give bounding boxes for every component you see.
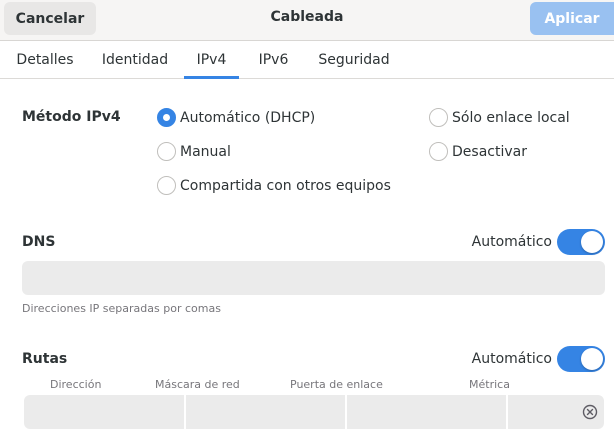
radio-unchecked-icon	[429, 108, 448, 127]
route-address-input[interactable]	[24, 395, 184, 429]
radio-unchecked-icon	[429, 142, 448, 161]
column-netmask: Máscara de red	[155, 378, 240, 391]
radio-disable[interactable]: Desactivar	[429, 142, 527, 161]
dns-input[interactable]	[22, 261, 605, 295]
ipv4-method-label: Método IPv4	[22, 109, 121, 125]
column-address: Dirección	[50, 378, 102, 391]
tab-ipv6[interactable]: IPv6	[246, 41, 301, 79]
route-gateway-input[interactable]	[347, 395, 506, 429]
routes-automatic-label: Automático	[471, 351, 552, 367]
tab-identity[interactable]: Identidad	[92, 41, 178, 79]
radio-unchecked-icon	[157, 176, 176, 195]
radio-label: Compartida con otros equipos	[180, 177, 391, 194]
radio-automatic-dhcp[interactable]: Automático (DHCP)	[157, 108, 315, 127]
radio-unchecked-icon	[157, 142, 176, 161]
tab-security[interactable]: Seguridad	[310, 41, 398, 79]
column-metric: Métrica	[469, 378, 510, 391]
dialog-title: Cableada	[270, 9, 344, 25]
radio-manual[interactable]: Manual	[157, 142, 231, 161]
remove-circle-icon	[582, 404, 597, 420]
route-row	[24, 395, 604, 429]
column-gateway: Puerta de enlace	[290, 378, 383, 391]
radio-label: Desactivar	[452, 143, 527, 160]
routes-automatic-switch[interactable]	[557, 346, 605, 372]
tab-details[interactable]: Detalles	[4, 41, 86, 79]
dns-automatic-switch[interactable]	[557, 229, 605, 255]
route-netmask-input[interactable]	[186, 395, 345, 429]
radio-checked-icon	[157, 108, 176, 127]
dns-hint: Direcciones IP separadas por comas	[22, 302, 221, 315]
radio-link-local[interactable]: Sólo enlace local	[429, 108, 570, 127]
switch-knob	[581, 348, 603, 370]
header-bar: Cancelar Cableada Aplicar	[0, 0, 614, 41]
tab-bar: Detalles Identidad IPv4 IPv6 Seguridad	[0, 41, 614, 79]
radio-label: Manual	[180, 143, 231, 160]
radio-shared[interactable]: Compartida con otros equipos	[157, 176, 391, 195]
switch-knob	[581, 231, 603, 253]
apply-button[interactable]: Aplicar	[530, 2, 614, 35]
dns-label: DNS	[22, 234, 56, 250]
radio-label: Automático (DHCP)	[180, 109, 316, 126]
radio-label: Sólo enlace local	[452, 109, 570, 126]
tab-ipv4[interactable]: IPv4	[184, 41, 239, 79]
dns-automatic-label: Automático	[471, 234, 552, 250]
remove-route-button[interactable]	[575, 395, 604, 429]
routes-label: Rutas	[22, 351, 68, 367]
